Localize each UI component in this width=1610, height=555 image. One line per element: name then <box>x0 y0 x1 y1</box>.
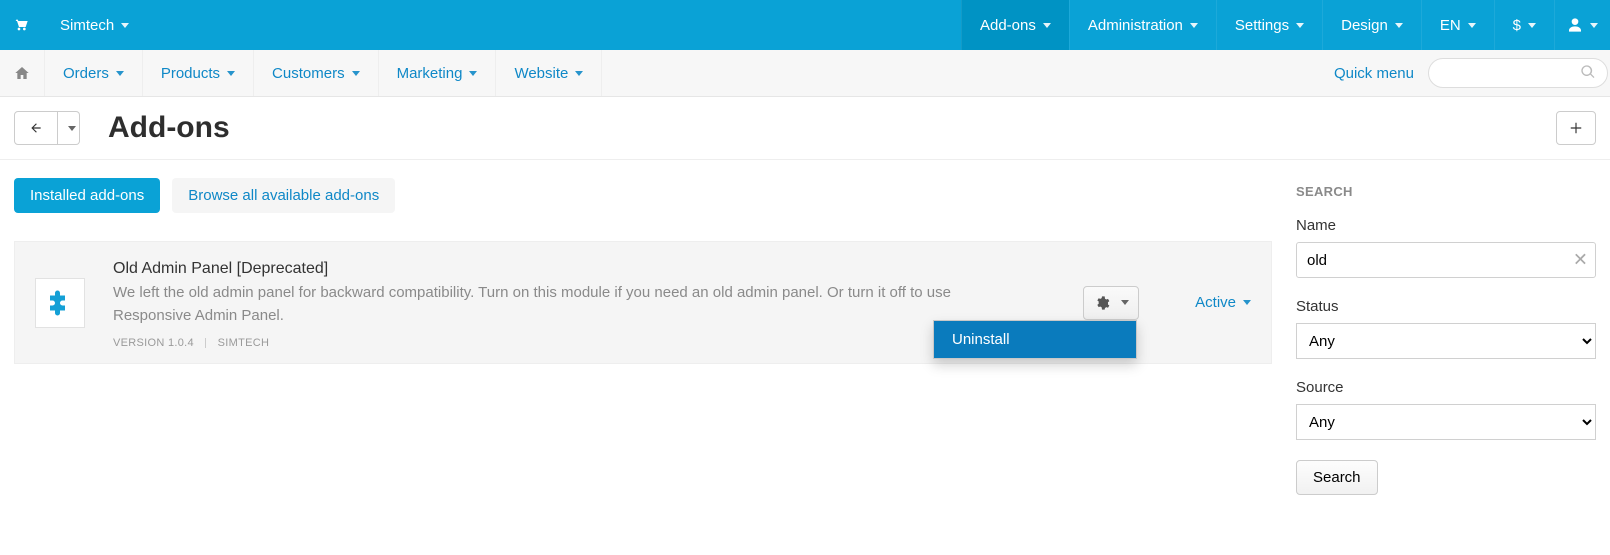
addon-vendor: SIMTECH <box>218 337 270 349</box>
caret-down-icon <box>1590 23 1598 28</box>
title-row: Add-ons <box>0 97 1610 160</box>
name-input[interactable] <box>1296 242 1596 278</box>
tabs: Installed add-ons Browse all available a… <box>14 178 1272 213</box>
vendor-name: Simtech <box>60 17 114 34</box>
caret-down-icon <box>227 71 235 76</box>
caret-down-icon <box>1395 23 1403 28</box>
global-search <box>1428 50 1610 96</box>
nav-home[interactable] <box>0 50 45 96</box>
search-button[interactable]: Search <box>1296 460 1378 495</box>
addon-title: Old Admin Panel [Deprecated] <box>113 260 1251 278</box>
global-search-input[interactable] <box>1428 58 1608 88</box>
vendor-switcher[interactable]: Simtech <box>42 0 147 50</box>
caret-down-icon <box>1296 23 1304 28</box>
navbar: Orders Products Customers Marketing Webs… <box>0 50 1610 97</box>
topnav-administration[interactable]: Administration <box>1069 0 1216 50</box>
topbar: Simtech Add-ons Administration Settings … <box>0 0 1610 50</box>
caret-down-icon <box>68 126 76 131</box>
addon-settings-dropdown: Uninstall <box>933 320 1137 359</box>
source-select[interactable]: Any <box>1296 404 1596 440</box>
add-button[interactable] <box>1556 111 1596 145</box>
addon-settings-button[interactable] <box>1083 286 1139 320</box>
caret-down-icon <box>469 71 477 76</box>
caret-down-icon <box>116 71 124 76</box>
nav-products[interactable]: Products <box>143 50 254 96</box>
topnav-settings[interactable]: Settings <box>1216 0 1322 50</box>
sidebar: SEARCH Name ✕ Status Any Source Any Sear… <box>1296 178 1596 495</box>
topnav-design[interactable]: Design <box>1322 0 1421 50</box>
status-label: Status <box>1296 298 1596 315</box>
caret-down-icon <box>1121 300 1129 305</box>
addon-description: We left the old admin panel for backward… <box>113 282 993 327</box>
sidebar-heading: SEARCH <box>1296 184 1596 199</box>
quick-menu[interactable]: Quick menu <box>1320 50 1428 96</box>
addon-icon <box>35 278 85 328</box>
addon-actions: Active <box>1083 286 1251 320</box>
caret-down-icon <box>352 71 360 76</box>
main: Installed add-ons Browse all available a… <box>0 160 1610 525</box>
back-button[interactable] <box>14 111 58 145</box>
meta-separator <box>205 338 206 348</box>
topnav-addons[interactable]: Add-ons <box>961 0 1069 50</box>
name-label: Name <box>1296 217 1596 234</box>
addon-row: Old Admin Panel [Deprecated] We left the… <box>14 241 1272 364</box>
topnav-currency[interactable]: $ <box>1494 0 1554 50</box>
addon-status[interactable]: Active <box>1195 294 1251 311</box>
back-button-group <box>14 111 80 145</box>
caret-down-icon <box>1243 300 1251 305</box>
addon-version: VERSION 1.0.4 <box>113 337 194 349</box>
tab-browse[interactable]: Browse all available add-ons <box>172 178 395 213</box>
nav-website[interactable]: Website <box>496 50 602 96</box>
status-select[interactable]: Any <box>1296 323 1596 359</box>
page-title: Add-ons <box>108 111 230 145</box>
caret-down-icon <box>121 23 129 28</box>
topnav-language[interactable]: EN <box>1421 0 1494 50</box>
tab-installed[interactable]: Installed add-ons <box>14 178 160 213</box>
source-label: Source <box>1296 379 1596 396</box>
nav-marketing[interactable]: Marketing <box>379 50 497 96</box>
cart-icon[interactable] <box>0 0 42 50</box>
caret-down-icon <box>575 71 583 76</box>
dropdown-uninstall[interactable]: Uninstall <box>934 321 1136 358</box>
caret-down-icon <box>1043 23 1051 28</box>
caret-down-icon <box>1528 23 1536 28</box>
back-dropdown[interactable] <box>58 111 80 145</box>
topnav-user[interactable] <box>1554 0 1610 50</box>
caret-down-icon <box>1190 23 1198 28</box>
nav-orders[interactable]: Orders <box>45 50 143 96</box>
clear-input-icon[interactable]: ✕ <box>1573 250 1588 271</box>
nav-customers[interactable]: Customers <box>254 50 379 96</box>
content: Installed add-ons Browse all available a… <box>14 178 1272 364</box>
caret-down-icon <box>1468 23 1476 28</box>
